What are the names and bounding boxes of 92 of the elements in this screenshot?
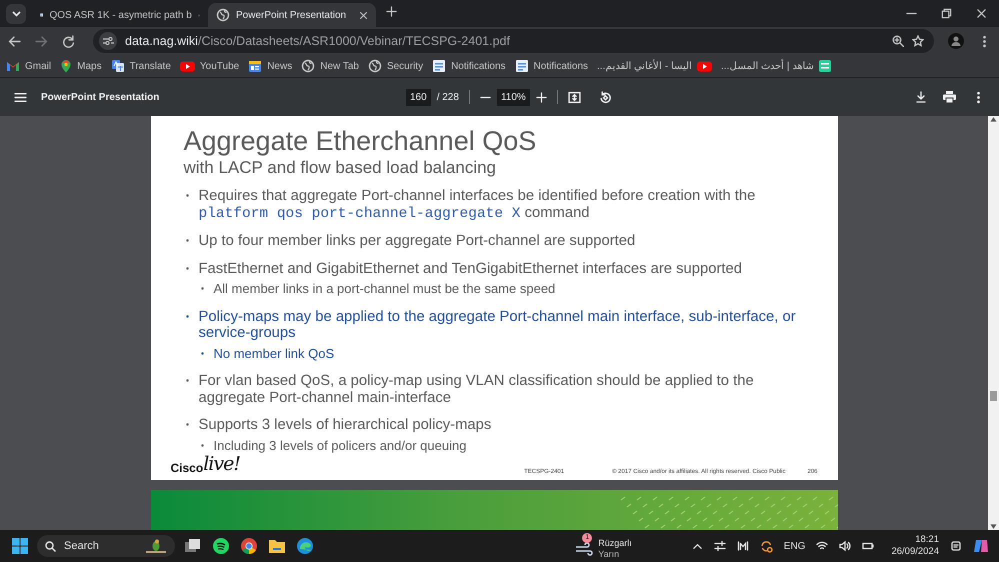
search-field[interactable]: Search [37, 535, 175, 557]
globe-icon [368, 59, 382, 73]
music-app-icon[interactable] [213, 538, 229, 554]
page-count: / 228 [436, 92, 459, 102]
menu-icon[interactable] [14, 90, 27, 104]
copilot-icon[interactable] [973, 538, 989, 554]
wifi-icon[interactable] [816, 540, 828, 552]
bookmark[interactable]: Translate [110, 59, 171, 73]
bookmark[interactable]: شاهد | أحدث المسل... [721, 59, 832, 73]
new-tab-icon[interactable] [386, 6, 397, 17]
meter-icon[interactable] [736, 540, 749, 552]
youtube-icon [697, 60, 712, 72]
address-bar[interactable]: data.nag.wiki/Cisco/Datasheets/ASR1000/Vebinar/TECSPG-2401.pdf [93, 29, 934, 53]
bullet-icon [186, 194, 188, 197]
wind-icon [575, 542, 594, 556]
slide-title: Aggregate Etherchannel QoS [184, 126, 538, 157]
page-number-field[interactable]: 160 [406, 88, 431, 106]
bullet-text: Requires that aggregate Port-channel interfaces be identified before creation with the platform qos port-channel-aggregate X command [198, 188, 756, 222]
bookmark[interactable]: اليسا - الأغاني القديم... [597, 60, 712, 72]
bookmark[interactable]: Gmail [6, 60, 52, 72]
bullet-icon [186, 314, 188, 318]
fit-page-icon[interactable] [568, 90, 581, 104]
document-icon [514, 59, 529, 73]
forward-icon[interactable] [35, 34, 48, 48]
bullet-icon [200, 287, 204, 290]
bird-icon [145, 538, 167, 554]
bullet-text: For vlan based QoS, a policy-map using VLAN classification should be applied to the aggregate Port-channel main-interface [198, 373, 755, 406]
sub-bullet-text: Including 3 levels of policers and/or queuing [214, 438, 466, 454]
gmail-icon [6, 60, 20, 72]
translate-icon [110, 59, 125, 73]
bullet-icon [186, 266, 188, 270]
sub-bullet-text: All member links in a port-channel must be the same speed [214, 281, 556, 298]
bookmark[interactable]: New Tab [301, 59, 359, 73]
bullet-icon [200, 352, 204, 354]
bullet-icon [186, 423, 188, 426]
browser-tab[interactable]: QOS ASR 1K - asymetric path b [32, 3, 208, 27]
sub-bullet-text: No member link QoS [214, 346, 334, 362]
logo: Ciscolive! [170, 453, 240, 475]
chevron-down-icon [12, 11, 20, 17]
profile-avatar-icon[interactable] [948, 33, 964, 49]
scroll-thumb[interactable] [990, 391, 997, 401]
start-icon[interactable] [12, 538, 28, 554]
browser-app-icon[interactable] [241, 538, 257, 554]
language-indicator[interactable]: ENG [784, 540, 806, 552]
bullet-text: Up to four member links per aggregate Port-channel are supported [198, 233, 636, 250]
bookmark[interactable]: YouTube [180, 60, 240, 72]
document-icon [432, 59, 446, 73]
bullet-text: Policy-maps may be applied to the aggregate Port-channel main interface, sub-interface, or service-groups [198, 308, 797, 342]
volume-icon[interactable] [839, 540, 852, 552]
folder-icon[interactable] [269, 539, 285, 553]
bullet-icon [200, 444, 204, 446]
bullet-icon [186, 239, 188, 242]
document-title: PowerPoint Presentation [41, 92, 160, 102]
restore-icon[interactable] [941, 8, 952, 19]
zoom-icon[interactable] [892, 35, 904, 47]
reload-icon[interactable] [62, 34, 75, 48]
bookmark-star-icon[interactable] [912, 35, 924, 47]
globe-icon [216, 8, 230, 22]
youtube-icon [180, 60, 195, 72]
globe-icon [301, 59, 316, 73]
bookmark[interactable]: News [248, 59, 292, 73]
edge-browser-icon[interactable] [297, 538, 313, 554]
sync-icon[interactable] [760, 540, 773, 552]
news-icon [248, 59, 262, 73]
bullet-icon [186, 379, 188, 382]
rotate-icon[interactable] [598, 90, 612, 104]
print-icon[interactable] [943, 91, 956, 103]
bullet-text: Supports 3 levels of hierarchical policy-maps [198, 417, 492, 434]
map-pin-icon [60, 59, 72, 73]
browser-tab[interactable]: PowerPoint Presentation [208, 3, 376, 27]
bookmark[interactable]: Notifications [514, 59, 588, 73]
bookmark[interactable]: Notifications [432, 59, 506, 73]
close-icon[interactable] [976, 8, 987, 19]
battery-icon[interactable] [862, 540, 874, 552]
scrollbar[interactable] [988, 116, 999, 530]
notification-icon[interactable] [950, 540, 962, 552]
zoom-in-icon[interactable] [536, 92, 547, 102]
back-icon[interactable] [8, 34, 21, 48]
slide-subtitle: with LACP and flow based load balancing [184, 158, 498, 178]
download-icon[interactable] [915, 91, 927, 103]
bookmark[interactable]: Maps [60, 59, 102, 73]
app-icon [818, 59, 832, 73]
tab-search-button[interactable] [6, 4, 26, 24]
zoom-field[interactable]: 110% [496, 88, 530, 106]
close-tab-icon[interactable] [359, 10, 368, 20]
bullet-text: FastEthernet and GigabitEthernet and TenGigabitEthernet interfaces are supported [198, 260, 742, 277]
clock[interactable]: 18:21 26/09/2024 [891, 534, 939, 558]
bookmark[interactable]: Security [368, 59, 424, 73]
search-icon [45, 540, 56, 552]
site-settings-icon[interactable] [102, 36, 114, 46]
sliders-icon[interactable] [714, 540, 726, 552]
task-view-icon[interactable] [185, 539, 201, 553]
